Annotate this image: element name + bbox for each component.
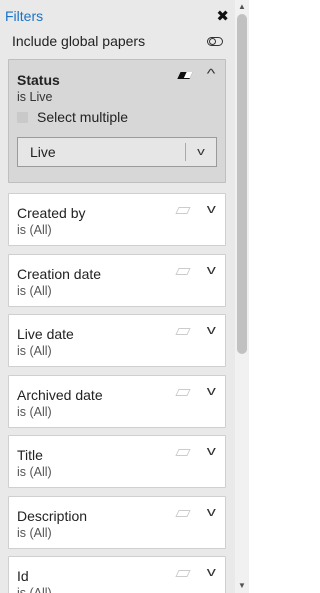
chevron-down-icon[interactable]: v (180, 146, 222, 158)
filter-card[interactable]: Created by is (All) v (8, 193, 226, 246)
eraser-icon[interactable] (177, 72, 193, 79)
eraser-icon[interactable] (175, 328, 191, 335)
chevron-down-icon[interactable]: v (206, 262, 215, 277)
eraser-icon[interactable] (175, 570, 191, 577)
scrollbar[interactable]: ▲ ▼ (235, 0, 249, 593)
scroll-up-arrow-icon[interactable]: ▲ (235, 0, 249, 14)
filter-card[interactable]: Live date is (All) v (8, 314, 226, 367)
toggle-icon[interactable] (207, 36, 223, 46)
filter-card[interactable]: Description is (All) v (8, 495, 226, 549)
filters-panel: Filters ✖ Include global papers Status i… (0, 0, 235, 593)
eraser-icon[interactable] (175, 207, 191, 214)
select-multiple-option[interactable]: Select multiple (17, 109, 128, 125)
chevron-down-icon[interactable]: v (206, 201, 215, 216)
filter-value: is (All) (17, 344, 52, 358)
eraser-icon[interactable] (175, 388, 191, 396)
status-select-value: Live (30, 144, 56, 160)
filter-card[interactable]: Archived date is (All) v (8, 374, 226, 428)
filter-name: Creation date (17, 265, 102, 282)
filter-card[interactable]: Title is (All) v (8, 435, 226, 488)
status-select[interactable]: Live v (17, 137, 217, 167)
filter-name: Description (17, 507, 88, 524)
filter-card[interactable]: Creation date is (All) v (8, 253, 226, 307)
filter-card[interactable]: Id is (All) v (8, 556, 226, 593)
filter-name: Id (17, 568, 29, 584)
eraser-icon[interactable] (175, 509, 191, 517)
chevron-up-icon[interactable]: ^ (207, 66, 216, 81)
filter-name: Live date (17, 326, 74, 342)
close-icon[interactable]: ✖ (216, 9, 229, 24)
select-multiple-label: Select multiple (37, 109, 129, 125)
filter-value: is (All) (17, 283, 52, 298)
eraser-icon[interactable] (175, 449, 191, 456)
include-global-papers-row[interactable]: Include global papers (0, 28, 235, 54)
filter-name: Archived date (17, 386, 103, 403)
chevron-down-icon[interactable]: v (206, 564, 215, 579)
include-global-papers-label: Include global papers (12, 33, 146, 49)
filter-name: Status (17, 72, 60, 88)
filter-name: Created by (17, 205, 86, 221)
scrollbar-thumb[interactable] (237, 14, 247, 354)
filter-value: is (All) (17, 223, 52, 237)
filter-value: is (All) (17, 404, 52, 419)
filter-value: is (All) (17, 586, 52, 593)
eraser-icon[interactable] (175, 267, 191, 275)
chevron-down-icon[interactable]: v (206, 443, 215, 458)
select-multiple-checkbox[interactable] (17, 111, 28, 123)
filter-name: Title (17, 447, 43, 463)
filter-card-status[interactable]: Status is Live ^ Select multiple Live v (8, 59, 226, 183)
filter-value: is Live (17, 90, 53, 104)
chevron-down-icon[interactable]: v (206, 322, 215, 337)
scroll-down-arrow-icon[interactable]: ▼ (235, 579, 249, 593)
chevron-down-icon[interactable]: v (206, 383, 215, 398)
filter-value: is (All) (17, 525, 52, 540)
filter-value: is (All) (17, 465, 52, 479)
filters-title: Filters (5, 8, 44, 24)
chevron-down-icon[interactable]: v (206, 504, 215, 519)
